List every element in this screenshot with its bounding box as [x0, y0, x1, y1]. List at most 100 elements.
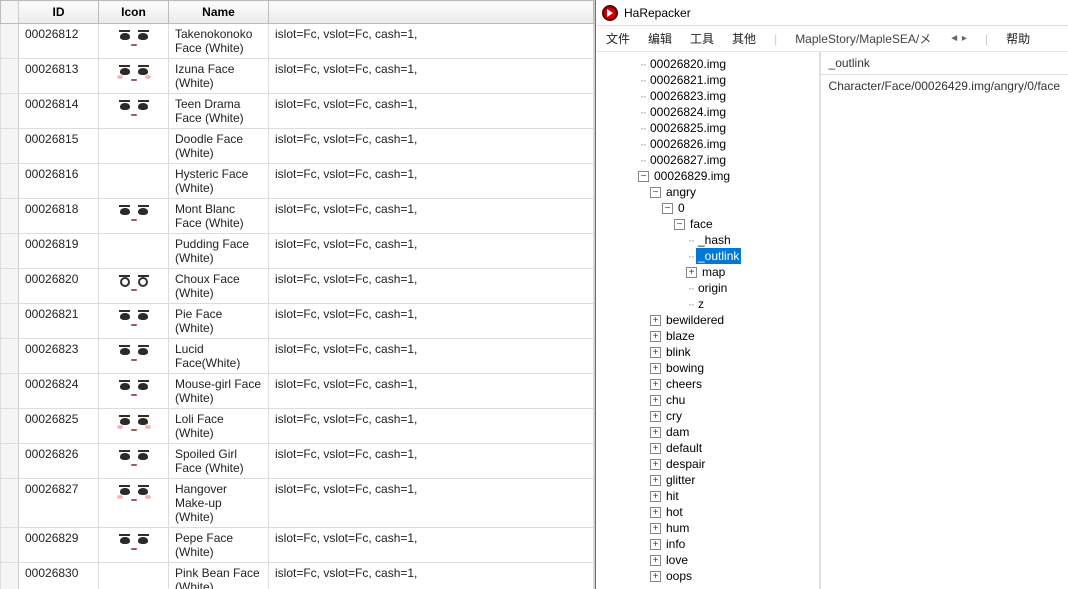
table-row[interactable]: 00026820Choux Face (White)islot=Fc, vslo… — [1, 269, 594, 304]
tree-item-dam[interactable]: +dam — [598, 424, 817, 440]
tree-toggle-icon[interactable]: + — [650, 315, 661, 326]
menu-tools[interactable]: 工具 — [690, 30, 714, 47]
tree-toggle-icon[interactable]: + — [650, 331, 661, 342]
tree-item-glitter[interactable]: +glitter — [598, 472, 817, 488]
menu-nav-arrows[interactable]: ◄ ▸ — [949, 33, 967, 44]
tree-toggle-icon[interactable]: + — [650, 523, 661, 534]
tree-item-info[interactable]: +info — [598, 536, 817, 552]
tree-item-love[interactable]: +love — [598, 552, 817, 568]
menu-file[interactable]: 文件 — [606, 30, 630, 47]
table-row[interactable]: 00026819Pudding Face (White)islot=Fc, vs… — [1, 234, 594, 269]
detail-value[interactable]: Character/Face/00026429.img/angry/0/face — [821, 75, 1068, 589]
tree-label[interactable]: bewildered — [664, 312, 726, 328]
tree-item-img[interactable]: ··00026820.img — [598, 56, 817, 72]
tree-label[interactable]: blink — [664, 344, 693, 360]
table-row[interactable]: 00026829Pepe Face (White)islot=Fc, vslot… — [1, 528, 594, 563]
tree-toggle-icon[interactable]: + — [650, 443, 661, 454]
tree-item-img[interactable]: ··00026824.img — [598, 104, 817, 120]
table-row[interactable]: 00026812Takenokonoko Face (White)islot=F… — [1, 24, 594, 59]
tree-toggle-icon[interactable]: + — [650, 459, 661, 470]
tree-item-bewildered[interactable]: +bewildered — [598, 312, 817, 328]
tree-label[interactable]: love — [664, 552, 690, 568]
tree-label[interactable]: hot — [664, 504, 685, 520]
tree-toggle-icon[interactable]: − — [674, 219, 685, 230]
col-icon[interactable]: Icon — [99, 1, 169, 24]
tree-label[interactable]: cheers — [664, 376, 704, 392]
tree-item-bowing[interactable]: +bowing — [598, 360, 817, 376]
tree-toggle-icon[interactable]: + — [650, 411, 661, 422]
tree-item-map[interactable]: +map — [598, 264, 817, 280]
tree-label[interactable]: bowing — [664, 360, 706, 376]
menu-help[interactable]: 帮助 — [1006, 30, 1030, 47]
tree-label[interactable]: blaze — [664, 328, 697, 344]
table-row[interactable]: 00026814Teen Drama Face (White)islot=Fc,… — [1, 94, 594, 129]
col-name[interactable]: Name — [169, 1, 269, 24]
tree-label[interactable]: origin — [696, 280, 729, 296]
tree-toggle-icon[interactable]: + — [650, 427, 661, 438]
tree-item-blaze[interactable]: +blaze — [598, 328, 817, 344]
tree-label[interactable]: 00026820.img — [648, 56, 728, 72]
tree-item-img[interactable]: ··00026826.img — [598, 136, 817, 152]
tree-label[interactable]: _hash — [696, 232, 733, 248]
tree-label[interactable]: info — [664, 536, 687, 552]
table-row[interactable]: 00026818Mont Blanc Face (White)islot=Fc,… — [1, 199, 594, 234]
tree-item-img[interactable]: ··00026823.img — [598, 88, 817, 104]
tree-toggle-icon[interactable]: + — [650, 475, 661, 486]
tree-item-origin[interactable]: ··origin — [598, 280, 817, 296]
tree-item-img[interactable]: ··00026825.img — [598, 120, 817, 136]
tree-item-hum[interactable]: +hum — [598, 520, 817, 536]
table-row[interactable]: 00026813Izuna Face (White)islot=Fc, vslo… — [1, 59, 594, 94]
tree-item-face[interactable]: −face — [598, 216, 817, 232]
tree-toggle-icon[interactable]: + — [650, 571, 661, 582]
tree-pane[interactable]: ··00026820.img··00026821.img··00026823.i… — [596, 52, 821, 589]
tree-label[interactable]: dam — [664, 424, 691, 440]
table-row[interactable]: 00026826Spoiled Girl Face (White)islot=F… — [1, 444, 594, 479]
tree-toggle-icon[interactable]: − — [662, 203, 673, 214]
tree-label[interactable]: 00026829.img — [652, 168, 732, 184]
tree-item-despair[interactable]: +despair — [598, 456, 817, 472]
col-desc[interactable] — [269, 1, 594, 24]
tree-label[interactable]: map — [700, 264, 727, 280]
tree-label[interactable]: 00026823.img — [648, 88, 728, 104]
tree-toggle-icon[interactable]: + — [650, 539, 661, 550]
table-row[interactable]: 00026827Hangover Make-up (White)islot=Fc… — [1, 479, 594, 528]
tree-label[interactable]: 00026821.img — [648, 72, 728, 88]
tree-item-hot[interactable]: +hot — [598, 504, 817, 520]
tree-label[interactable]: oops — [664, 568, 694, 584]
tree-label[interactable]: angry — [664, 184, 698, 200]
tree-label[interactable]: cry — [664, 408, 684, 424]
tree-label[interactable]: 00026827.img — [648, 152, 728, 168]
table-row[interactable]: 00026821Pie Face (White)islot=Fc, vslot=… — [1, 304, 594, 339]
tree-label[interactable]: _outlink — [696, 248, 741, 264]
tree-toggle-icon[interactable]: − — [638, 171, 649, 182]
tree-item-chu[interactable]: +chu — [598, 392, 817, 408]
table-row[interactable]: 00026830Pink Bean Face (White)islot=Fc, … — [1, 563, 594, 589]
tree-toggle-icon[interactable]: + — [650, 347, 661, 358]
tree-label[interactable]: glitter — [664, 472, 697, 488]
tree-label[interactable]: z — [696, 296, 706, 312]
tree-item-img[interactable]: ··00026827.img — [598, 152, 817, 168]
tree-item-_hash[interactable]: ··_hash — [598, 232, 817, 248]
table-row[interactable]: 00026823Lucid Face(White)islot=Fc, vslot… — [1, 339, 594, 374]
menu-path[interactable]: MapleStory/MapleSEA/メ — [795, 30, 931, 47]
tree-label[interactable]: chu — [664, 392, 687, 408]
table-row[interactable]: 00026815Doodle Face (White)islot=Fc, vsl… — [1, 129, 594, 164]
tree-label[interactable]: 00026825.img — [648, 120, 728, 136]
tree-toggle-icon[interactable]: + — [650, 363, 661, 374]
tree-toggle-icon[interactable]: + — [650, 379, 661, 390]
tree-toggle-icon[interactable]: + — [686, 267, 697, 278]
table-row[interactable]: 00026816Hysteric Face (White)islot=Fc, v… — [1, 164, 594, 199]
titlebar[interactable]: HaRepacker — [596, 0, 1068, 26]
table-row[interactable]: 00026824Mouse-girl Face (White)islot=Fc,… — [1, 374, 594, 409]
tree-label[interactable]: 0 — [676, 200, 687, 216]
tree-toggle-icon[interactable]: − — [650, 187, 661, 198]
tree-item-angry[interactable]: −angry — [598, 184, 817, 200]
tree-label[interactable]: 00026824.img — [648, 104, 728, 120]
tree-label[interactable]: default — [664, 440, 704, 456]
tree-item-cheers[interactable]: +cheers — [598, 376, 817, 392]
tree-item-img-expanded[interactable]: −00026829.img — [598, 168, 817, 184]
tree-item-cry[interactable]: +cry — [598, 408, 817, 424]
tree-item-hit[interactable]: +hit — [598, 488, 817, 504]
tree-item-zero[interactable]: −0 — [598, 200, 817, 216]
col-id[interactable]: ID — [19, 1, 99, 24]
